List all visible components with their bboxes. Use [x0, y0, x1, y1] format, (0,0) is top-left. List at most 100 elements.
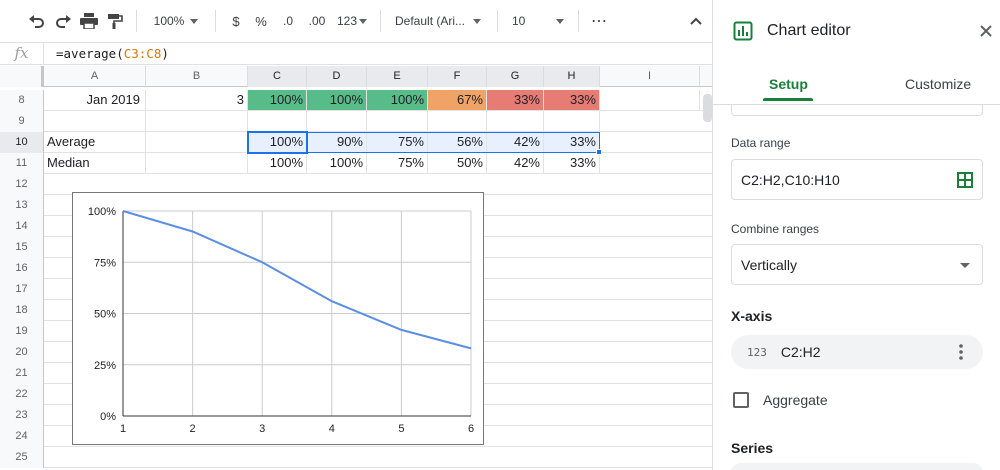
grid-select-icon[interactable]: [957, 172, 973, 188]
tab-setup[interactable]: Setup: [769, 76, 808, 92]
combine-ranges-select[interactable]: Vertically: [731, 244, 983, 285]
aggregate-checkbox[interactable]: [733, 392, 749, 408]
fill-handle[interactable]: [596, 149, 602, 155]
row-header[interactable]: 14: [0, 216, 44, 237]
cell[interactable]: 100%: [248, 90, 307, 110]
zoom-select[interactable]: 100%: [145, 7, 207, 35]
column-header-g[interactable]: G: [487, 66, 544, 87]
column-header-e[interactable]: E: [367, 66, 428, 87]
column-header-i[interactable]: I: [600, 66, 700, 87]
cell[interactable]: 33%: [544, 153, 600, 173]
print-icon[interactable]: [76, 7, 102, 35]
column-header-a[interactable]: A: [44, 66, 146, 87]
row-header[interactable]: 21: [0, 363, 44, 384]
cell[interactable]: 100%: [248, 132, 307, 152]
paint-format-icon[interactable]: [102, 7, 128, 35]
row-header[interactable]: 18: [0, 300, 44, 321]
cell[interactable]: 42%: [487, 132, 544, 152]
cell[interactable]: 33%: [544, 132, 600, 152]
column-header-h[interactable]: H: [544, 66, 600, 87]
more-vert-icon[interactable]: [959, 343, 963, 361]
close-icon[interactable]: [977, 22, 995, 40]
row-header[interactable]: 8: [0, 90, 44, 111]
row-header[interactable]: 25: [0, 447, 44, 468]
select-all-corner[interactable]: [0, 66, 44, 87]
row-header[interactable]: 20: [0, 342, 44, 363]
more-options-button[interactable]: ⋯: [587, 7, 611, 35]
cell[interactable]: [146, 153, 248, 173]
cell[interactable]: 75%: [367, 153, 428, 173]
font-size-select[interactable]: 10: [506, 7, 570, 35]
table-row: 11 Median 100% 100% 75% 50% 42% 33%: [0, 153, 712, 174]
cell[interactable]: 90%: [307, 132, 367, 152]
cell[interactable]: Median: [44, 153, 146, 173]
cell[interactable]: [367, 111, 428, 131]
collapse-toolbar-button[interactable]: [684, 7, 708, 35]
row-header[interactable]: 24: [0, 426, 44, 447]
table-row: 8 Jan 2019 3 100% 100% 100% 67% 33% 33%: [0, 90, 712, 111]
cell[interactable]: [146, 111, 248, 131]
series-chip[interactable]: [731, 463, 983, 470]
chart-type-select[interactable]: [731, 104, 983, 116]
line-chart[interactable]: 0% 25% 50% 75% 100% 1 2 3 4 5 6: [72, 192, 484, 445]
currency-format-button[interactable]: $: [224, 7, 248, 35]
cell[interactable]: Jan 2019: [44, 90, 146, 110]
vertical-scrollbar[interactable]: [703, 94, 712, 122]
cell[interactable]: 42%: [487, 153, 544, 173]
y-tick-label: 50%: [94, 309, 116, 321]
cell[interactable]: 100%: [367, 90, 428, 110]
fx-icon: fx: [0, 43, 44, 64]
row-header[interactable]: 9: [0, 111, 44, 132]
chart-editor-panel: Chart editor Setup Customize Data range …: [712, 0, 1000, 470]
font-family-select[interactable]: Default (Ari...: [389, 7, 489, 35]
chevron-down-icon: [190, 18, 199, 24]
cell[interactable]: 100%: [307, 90, 367, 110]
row-header[interactable]: 16: [0, 258, 44, 279]
row-header[interactable]: 23: [0, 405, 44, 426]
column-header-d[interactable]: D: [307, 66, 367, 87]
cell[interactable]: 33%: [487, 90, 544, 110]
cell[interactable]: 67%: [428, 90, 487, 110]
series-title: Series: [731, 440, 774, 456]
x-axis-chip[interactable]: 123 C2:H2: [731, 335, 983, 369]
cell[interactable]: [44, 111, 146, 131]
row-header[interactable]: 13: [0, 195, 44, 216]
row-header[interactable]: 15: [0, 237, 44, 258]
decrease-decimal-button[interactable]: .0: [274, 7, 302, 35]
chevron-down-icon: [473, 18, 482, 24]
tab-customize[interactable]: Customize: [905, 76, 971, 92]
cell[interactable]: [146, 132, 248, 152]
redo-icon[interactable]: [50, 7, 76, 35]
cell[interactable]: [307, 111, 367, 131]
more-formats-select[interactable]: 123: [332, 7, 372, 35]
percent-format-button[interactable]: %: [248, 7, 274, 35]
cell[interactable]: Average: [44, 132, 146, 152]
row-header[interactable]: 10: [0, 132, 44, 153]
column-header-b[interactable]: B: [146, 66, 248, 87]
currency-label: $: [232, 13, 240, 29]
cell[interactable]: 56%: [428, 132, 487, 152]
column-header-c[interactable]: C: [248, 66, 307, 87]
increase-decimal-button[interactable]: .00: [302, 7, 332, 35]
cell[interactable]: [544, 111, 600, 131]
cell[interactable]: [428, 111, 487, 131]
row-header[interactable]: 19: [0, 321, 44, 342]
cell[interactable]: 33%: [544, 90, 600, 110]
cell[interactable]: 75%: [367, 132, 428, 152]
cell[interactable]: 100%: [307, 153, 367, 173]
cell[interactable]: [248, 111, 307, 131]
cell[interactable]: [487, 111, 544, 131]
cell[interactable]: 100%: [248, 153, 307, 173]
cell[interactable]: 3: [146, 90, 248, 110]
row-header[interactable]: 12: [0, 174, 44, 195]
formula-input[interactable]: =average(C3:C8): [44, 46, 169, 61]
undo-icon[interactable]: [24, 7, 50, 35]
row-header[interactable]: 17: [0, 279, 44, 300]
toolbar-divider: [380, 10, 381, 32]
row-header[interactable]: 11: [0, 153, 44, 174]
cell[interactable]: [600, 90, 700, 110]
data-range-input[interactable]: C2:H2,C10:H10: [731, 159, 983, 200]
row-header[interactable]: 22: [0, 384, 44, 405]
column-header-f[interactable]: F: [428, 66, 487, 87]
cell[interactable]: 50%: [428, 153, 487, 173]
